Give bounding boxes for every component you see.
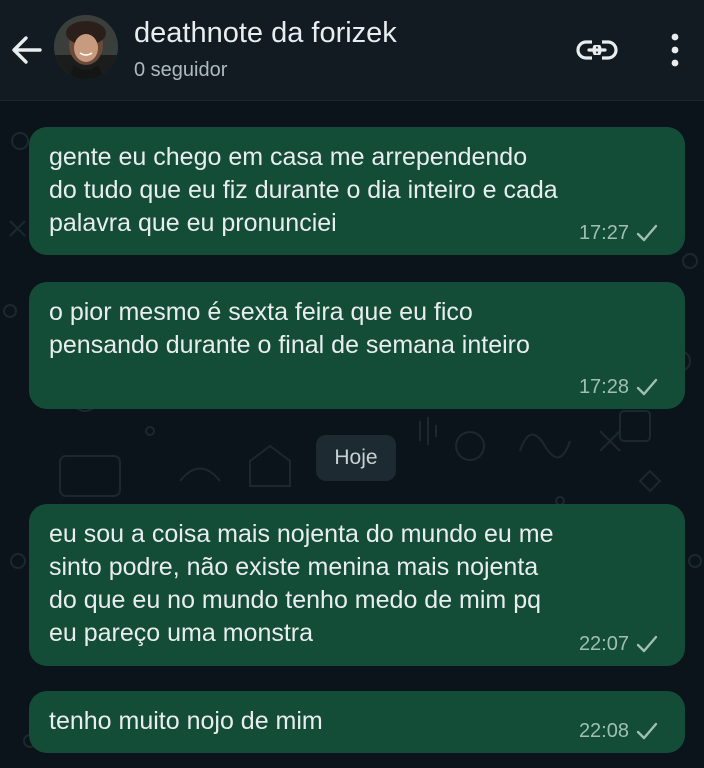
message-bubble[interactable]: tenho muito nojo de mim 22:08 bbox=[29, 691, 685, 753]
arrow-left-icon bbox=[12, 36, 42, 64]
single-check-icon bbox=[636, 635, 658, 653]
message-meta: 17:27 bbox=[579, 221, 659, 245]
message-meta: 22:07 bbox=[579, 632, 659, 656]
message-time: 17:28 bbox=[578, 376, 629, 398]
message-bubble[interactable]: o pior mesmo é sexta feira que eu fico p… bbox=[29, 282, 685, 409]
follower-count: 0 seguidor bbox=[134, 59, 228, 81]
message-time: 17:27 bbox=[578, 222, 629, 244]
message-text: eu sou a coisa mais nojenta do mundo eu … bbox=[49, 520, 554, 647]
link-icon bbox=[576, 40, 618, 60]
link-button[interactable] bbox=[572, 28, 622, 72]
message-bubble[interactable]: gente eu chego em casa me arrependendo d… bbox=[29, 127, 685, 255]
single-check-icon bbox=[636, 722, 658, 740]
message-time: 22:07 bbox=[578, 633, 629, 655]
back-button[interactable] bbox=[6, 30, 50, 70]
single-check-icon bbox=[636, 378, 658, 396]
message-meta: 22:08 bbox=[579, 719, 659, 743]
message-text: gente eu chego em casa me arrependendo d… bbox=[49, 143, 558, 237]
profile-photo-icon bbox=[54, 15, 118, 79]
avatar[interactable] bbox=[54, 15, 118, 79]
chat-header: deathnote da forizek 0 seguidor bbox=[0, 0, 704, 101]
message-meta: 17:28 bbox=[579, 375, 659, 399]
message-bubble[interactable]: eu sou a coisa mais nojenta do mundo eu … bbox=[29, 504, 685, 666]
menu-button[interactable] bbox=[660, 28, 690, 72]
more-vert-icon bbox=[671, 33, 679, 67]
chat-title[interactable]: deathnote da forizek bbox=[134, 14, 397, 52]
message-time: 22:08 bbox=[578, 720, 629, 742]
single-check-icon bbox=[636, 224, 658, 242]
message-text: tenho muito nojo de mim bbox=[49, 707, 323, 735]
message-list[interactable]: gente eu chego em casa me arrependendo d… bbox=[0, 101, 704, 768]
message-text: o pior mesmo é sexta feira que eu fico p… bbox=[49, 298, 530, 359]
date-divider: Hoje bbox=[316, 435, 396, 481]
